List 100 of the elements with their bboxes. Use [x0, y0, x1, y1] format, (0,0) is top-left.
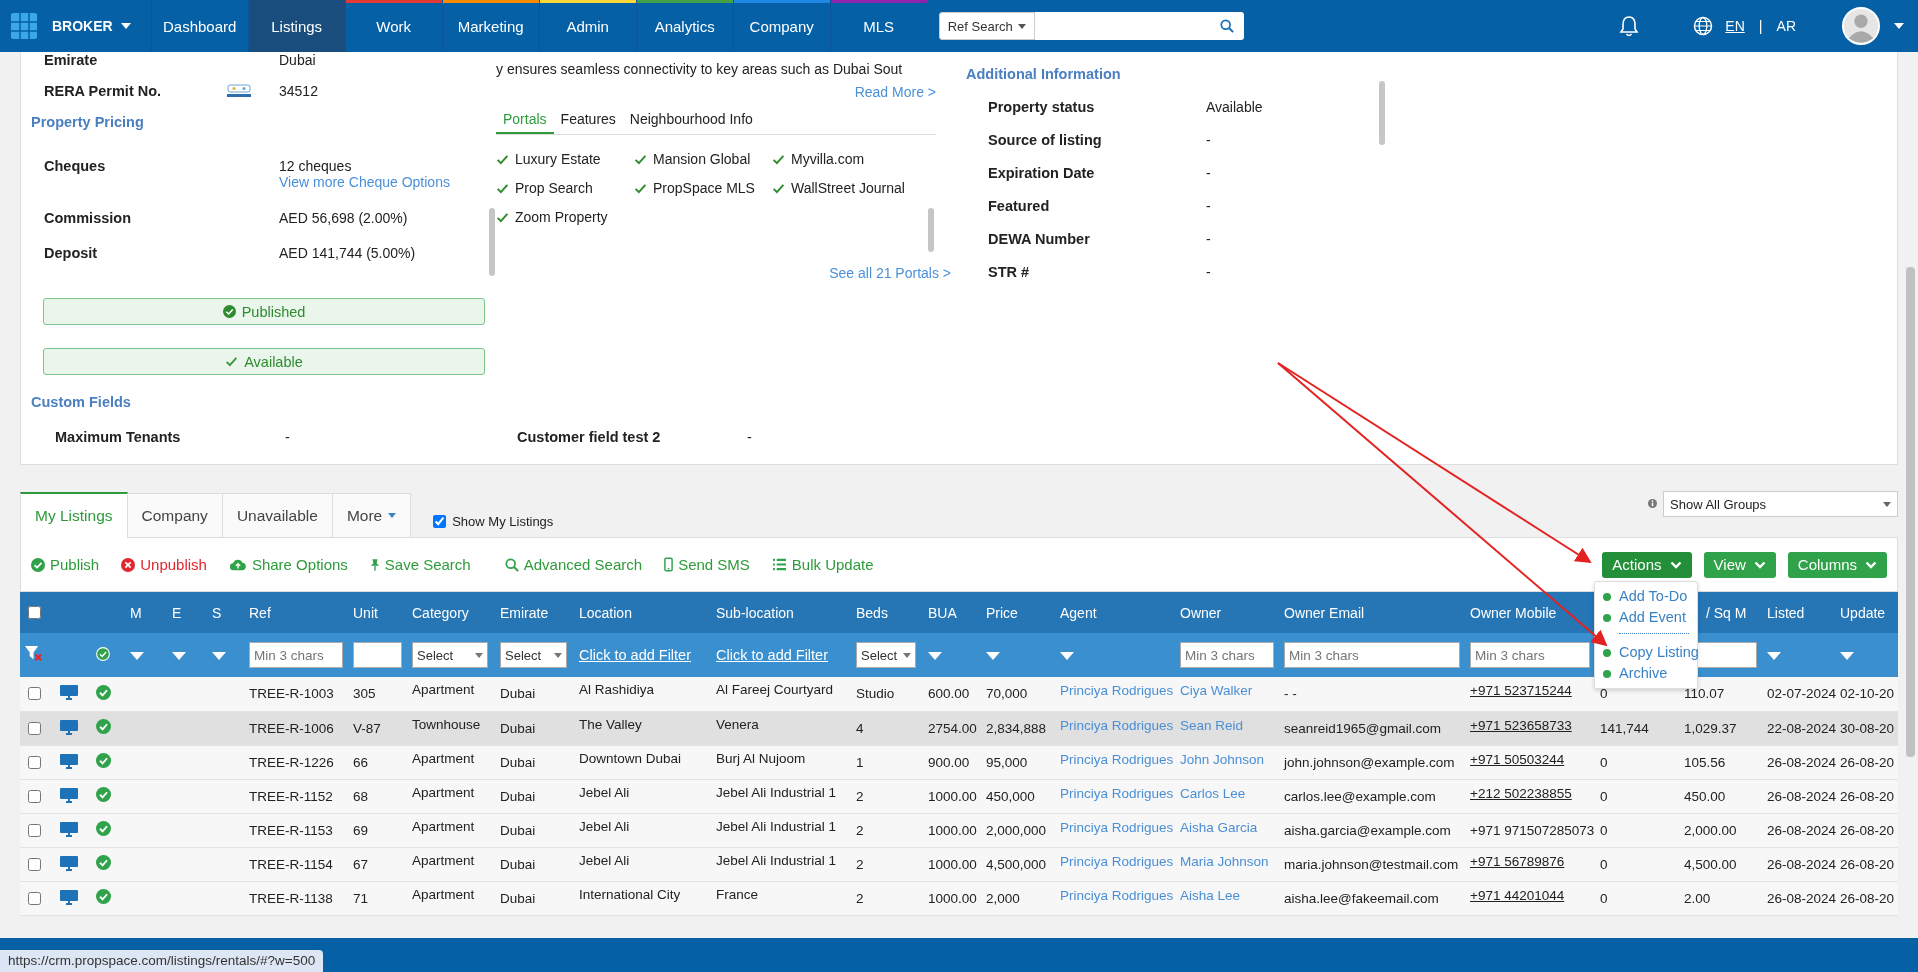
column-header[interactable]: Update — [1840, 604, 1886, 621]
column-header[interactable]: E — [172, 604, 182, 621]
filter-field[interactable]: Min 3 chars — [1470, 642, 1590, 668]
menu-item[interactable]: Add To-Do — [1595, 586, 1697, 607]
monitor-icon[interactable] — [59, 752, 79, 769]
column-header[interactable]: Owner Mobile — [1470, 604, 1557, 621]
search-field[interactable] — [1034, 12, 1210, 40]
person-link[interactable]: Princiya Rodrigues — [1060, 683, 1174, 699]
menu-item[interactable]: Add Event — [1595, 607, 1697, 628]
column-header[interactable]: / Sq M — [1706, 604, 1747, 621]
filter-field[interactable]: Min 3 chars — [1284, 642, 1460, 668]
menu-item[interactable]: Copy Listing — [1595, 642, 1697, 663]
person-link[interactable]: Aisha Lee — [1180, 887, 1241, 903]
column-header[interactable]: Sub-location — [716, 604, 794, 621]
person-link[interactable]: Carlos Lee — [1180, 785, 1246, 801]
listing-tab[interactable]: Unavailable — [222, 493, 333, 537]
toolbar-button[interactable]: Share Options — [228, 556, 348, 573]
read-more-link[interactable]: Read More > — [854, 84, 936, 100]
table-row[interactable]: TREE-R-1152 68 Apartment Dubai Jebel Ali Jebel Ali Industrial 1 2 1000.00 450,000 Princiya Rodrigues Carlos Lee carlos.lee@example.com +212 502238855 0 450.00 26-08-2024 26-08-20 — [20, 779, 1898, 813]
select-all-checkbox[interactable] — [28, 606, 41, 619]
toolbar-button[interactable]: Publish — [31, 556, 100, 573]
row-checkbox[interactable] — [28, 891, 41, 905]
filter-field[interactable]: Min 3 chars — [249, 642, 343, 668]
nav-tab[interactable]: Listings — [247, 0, 345, 52]
person-link[interactable]: Princiya Rodrigues — [1060, 717, 1174, 733]
filter-field[interactable] — [353, 642, 402, 668]
column-header[interactable]: Owner — [1180, 604, 1222, 621]
search-button[interactable] — [1209, 12, 1244, 40]
search-scope-dropdown[interactable]: Ref Search — [938, 12, 1035, 40]
clear-filter-icon[interactable] — [24, 645, 43, 662]
caret-icon[interactable] — [212, 651, 226, 660]
table-row[interactable]: TREE-R-1226 66 Apartment Dubai Downtown Dubai Burj Al Nujoom 1 900.00 95,000 Princiya Rodrigues John Johnson john.johnson@example.com +971 50503244 0 105.56 26-08-2024 26-08-20 — [20, 745, 1898, 779]
column-header[interactable]: S — [212, 604, 222, 621]
monitor-icon[interactable] — [59, 820, 79, 837]
phone-link[interactable]: +971 44201044 — [1470, 887, 1565, 903]
caret-icon[interactable] — [1894, 23, 1904, 29]
column-header[interactable]: Unit — [353, 604, 378, 621]
column-header[interactable]: Listed — [1767, 604, 1805, 621]
checkbox[interactable] — [433, 515, 447, 528]
cheque-options-link[interactable]: View more Cheque Options — [279, 174, 450, 190]
logo-icon[interactable] — [10, 12, 38, 40]
bell-icon[interactable] — [1619, 15, 1640, 37]
person-link[interactable]: Princiya Rodrigues — [1060, 819, 1174, 835]
column-header[interactable]: Agent — [1060, 604, 1097, 621]
person-link[interactable]: Princiya Rodrigues — [1060, 887, 1174, 903]
column-header[interactable]: Price — [986, 604, 1018, 621]
caret-icon[interactable] — [1840, 651, 1854, 660]
row-checkbox[interactable] — [28, 721, 41, 735]
brand-menu-button[interactable]: BROKER — [52, 0, 151, 52]
portal-tab[interactable]: Features — [553, 108, 623, 134]
phone-link[interactable]: +971 50503244 — [1470, 751, 1565, 767]
check-circle-icon[interactable] — [96, 646, 110, 661]
language-link[interactable]: AR — [1774, 18, 1798, 34]
status-button[interactable]: Published — [43, 298, 485, 325]
row-checkbox[interactable] — [28, 857, 41, 871]
caret-icon[interactable] — [986, 651, 1000, 660]
monitor-icon[interactable] — [59, 854, 79, 871]
person-link[interactable]: Princiya Rodrigues — [1060, 751, 1174, 767]
filter-field[interactable]: Min 3 chars — [1180, 642, 1274, 668]
toolbar-button[interactable]: Unpublish — [121, 556, 207, 573]
column-header[interactable]: Location — [579, 604, 632, 621]
row-checkbox[interactable] — [28, 755, 41, 769]
listing-tab[interactable]: Company — [127, 493, 223, 537]
portal-tab[interactable]: Portals — [496, 108, 554, 134]
person-link[interactable]: Maria Johnson — [1180, 853, 1269, 869]
globe-icon[interactable] — [1693, 16, 1714, 36]
language-link[interactable]: EN — [1723, 18, 1747, 34]
filter-select[interactable]: Select — [856, 642, 916, 668]
person-link[interactable]: Ciya Walker — [1180, 683, 1253, 699]
person-link[interactable]: Aisha Garcia — [1180, 819, 1258, 835]
person-link[interactable]: Sean Reid — [1180, 717, 1244, 733]
person-link[interactable]: Princiya Rodrigues — [1060, 785, 1174, 801]
scrollbar[interactable] — [489, 208, 495, 276]
toolbar-button[interactable]: Bulk Update — [771, 556, 874, 573]
toolbar-button[interactable]: Advanced Search — [504, 550, 643, 579]
checkbox-label[interactable]: Show My Listings — [452, 514, 554, 529]
avatar-icon[interactable] — [1842, 7, 1880, 45]
filter-select[interactable]: Select — [412, 642, 488, 668]
dropdown-button[interactable]: View — [1703, 551, 1776, 578]
table-row[interactable]: TREE-R-1003 305 Apartment Dubai Al Rashidiya Al Fareej Courtyard Studio 600.00 70,000 Princiya Rodrigues Ciya Walker - - +971 523715244 0 110.07 02-07-2024 02-10-20 — [20, 677, 1898, 711]
caret-icon[interactable] — [928, 651, 942, 660]
column-header[interactable]: Beds — [856, 604, 888, 621]
row-checkbox[interactable] — [28, 687, 41, 701]
portal-tab[interactable]: Neighbourhood Info — [622, 108, 760, 134]
caret-icon[interactable] — [130, 651, 144, 660]
monitor-icon[interactable] — [59, 684, 79, 701]
table-row[interactable]: TREE-R-1154 67 Apartment Dubai Jebel Ali Jebel Ali Industrial 1 2 1000.00 4,500,000 Princiya Rodrigues Maria Johnson maria.johnson@testmail.com +971 56789876 0 4,500.00 26-08-2024 26-08-20 — [20, 847, 1898, 881]
column-header[interactable]: BUA — [928, 604, 957, 621]
monitor-icon[interactable] — [59, 888, 79, 905]
person-link[interactable]: John Johnson — [1180, 751, 1265, 767]
row-checkbox[interactable] — [28, 823, 41, 837]
toolbar-button[interactable]: Save Search — [369, 556, 471, 573]
monitor-icon[interactable] — [59, 786, 79, 803]
phone-link[interactable]: +212 502238855 — [1470, 785, 1572, 801]
dropdown-button[interactable]: Actions — [1602, 551, 1692, 578]
table-row[interactable]: TREE-R-1153 69 Apartment Dubai Jebel Ali Jebel Ali Industrial 1 2 1000.00 2,000,000 Princiya Rodrigues Aisha Garcia aisha.garcia@example.com +971 971507285073 0 2,000.00 26-08-2024 26-08-20 — [20, 813, 1898, 847]
monitor-icon[interactable] — [59, 718, 79, 735]
listing-tab[interactable]: More — [332, 493, 412, 537]
phone-link[interactable]: +971 523715244 — [1470, 683, 1572, 699]
filter-select[interactable]: Select — [500, 642, 567, 668]
